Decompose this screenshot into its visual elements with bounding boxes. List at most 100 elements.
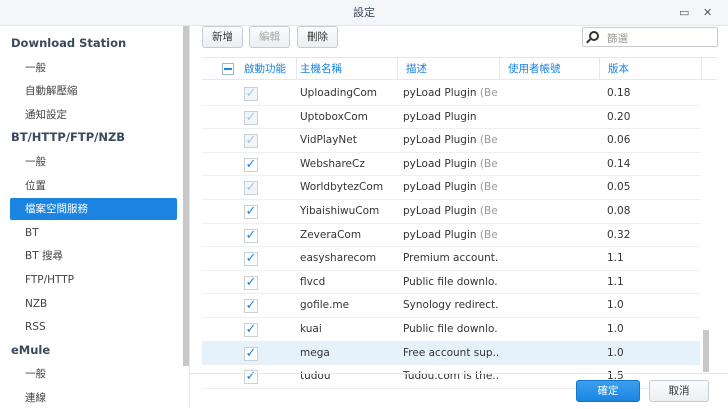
description-suffix: (Be... (479, 228, 498, 241)
ok-button[interactable]: 確定 (576, 380, 640, 402)
enabled-checkbox[interactable]: ✓ (244, 134, 258, 149)
description-suffix: (Be... (479, 157, 498, 170)
host-name: UptoboxCom (300, 110, 368, 123)
table-row[interactable]: ✓ ZeveraCom pyLoad Plugin (Be... 0.32 (202, 224, 700, 248)
column-username[interactable]: 使用者帳號 (500, 58, 600, 80)
host-name: mega (300, 346, 330, 359)
table-row[interactable]: ✓ gofile.me Synology redirect... 1.0 (202, 294, 700, 318)
sidebar-item[interactable]: 一般 (10, 151, 177, 173)
description-text: pyLoad Plugin (403, 181, 477, 194)
edit-button[interactable]: 編輯 (249, 26, 290, 48)
enabled-checkbox[interactable]: ✓ (244, 322, 258, 337)
table-row[interactable]: ✓ WebshareCz pyLoad Plugin (Be... 0.14 (202, 153, 700, 177)
table-row[interactable]: ✓ mega Free account sup... 1.0 (202, 341, 700, 366)
description-suffix: (Be... (479, 87, 498, 99)
description-text: pyLoad Plugin (403, 87, 477, 99)
divider (189, 26, 190, 408)
sidebar-section-header: Download Station (11, 36, 127, 50)
description-text: Premium account... (403, 252, 498, 265)
version: 1.1 (607, 275, 624, 288)
host-table-body: ✓ UploadingCom pyLoad Plugin (Be... 0.18… (202, 82, 700, 389)
host-name: YibaishiwuCom (300, 204, 380, 217)
description: pyLoad Plugin (Be... (403, 153, 498, 176)
column-version[interactable]: 版本 (600, 58, 702, 80)
enabled-checkbox[interactable]: ✓ (244, 181, 258, 196)
version: 1.1 (607, 252, 624, 265)
window-title: 設定 (353, 6, 375, 19)
enabled-checkbox[interactable]: ✓ (244, 299, 258, 314)
host-name: ZeveraCom (300, 228, 362, 241)
sidebar-item[interactable]: NZB (10, 293, 177, 315)
table-row[interactable]: ✓ easysharecom Premium account... 1.1 (202, 247, 700, 271)
description: pyLoad Plugin (Be... (403, 200, 498, 223)
close-icon[interactable]: ✕ (703, 0, 712, 26)
enabled-checkbox[interactable]: ✓ (244, 275, 258, 290)
sidebar-item[interactable]: 一般 (10, 57, 177, 79)
enabled-checkbox[interactable]: ✓ (244, 157, 258, 172)
description-text: Public file downlo... (403, 275, 498, 288)
description: pyLoad Plugin (Be... (403, 82, 498, 105)
enabled-checkbox[interactable]: ✓ (244, 346, 258, 361)
description: pyLoad Plugin (Be... (403, 129, 498, 152)
column-enabled[interactable]: 啟動功能 (202, 58, 297, 80)
sidebar: Download Station 一般 自動解壓縮 通知設定 BT/HTTP/FTP/N… (0, 26, 183, 408)
filter-placeholder: 篩選 (607, 33, 628, 45)
delete-button[interactable]: 刪除 (297, 26, 338, 48)
select-all-checkbox[interactable] (222, 63, 234, 75)
version: 1.0 (607, 322, 624, 335)
enabled-checkbox[interactable]: ✓ (244, 87, 258, 101)
table-row[interactable]: ✓ flvcd Public file downlo... 1.1 (202, 271, 700, 295)
description-text: Tudou.com is the... (403, 370, 498, 383)
description-text: Free account sup... (403, 346, 498, 359)
description-suffix: (Be... (479, 134, 498, 147)
sidebar-item[interactable]: 位置 (10, 175, 177, 197)
description-text: pyLoad Plugin (403, 157, 477, 170)
sidebar-item[interactable]: 連線 (10, 387, 177, 409)
enabled-checkbox[interactable]: ✓ (244, 252, 258, 267)
sidebar-item[interactable]: BT (10, 222, 177, 244)
description: Public file downlo... (403, 271, 498, 294)
version: 1.0 (607, 346, 624, 359)
column-description[interactable]: 描述 (398, 58, 500, 80)
enabled-checkbox[interactable]: ✓ (244, 204, 258, 219)
description: pyLoad Plugin (Be... (403, 176, 498, 199)
enabled-checkbox[interactable]: ✓ (244, 228, 258, 243)
host-name: kuai (300, 322, 322, 335)
enabled-checkbox[interactable]: ✓ (244, 110, 258, 125)
sidebar-section-header: BT/HTTP/FTP/NZB (11, 130, 126, 145)
description-text: Synology redirect... (403, 299, 498, 312)
sidebar-item[interactable]: RSS (10, 316, 177, 338)
table-row[interactable]: ✓ UptoboxCom pyLoad Plugin 0.20 (202, 106, 700, 130)
description-text: pyLoad Plugin (403, 134, 477, 147)
sidebar-item[interactable]: 一般 (10, 363, 177, 385)
cancel-button[interactable]: 取消 (649, 380, 709, 402)
description-text: pyLoad Plugin (403, 110, 477, 123)
minimize-icon[interactable]: ▭ (679, 0, 689, 26)
sidebar-item[interactable]: BT 搜尋 (10, 245, 177, 267)
sidebar-item[interactable]: 通知設定 (10, 104, 177, 126)
filter-input[interactable]: 篩選 (582, 27, 718, 47)
version: 0.06 (607, 134, 631, 147)
sidebar-item[interactable]: 自動解壓縮 (10, 80, 177, 102)
table-row[interactable]: ✓ kuai Public file downlo... 1.0 (202, 318, 700, 342)
description: Public file downlo... (403, 318, 498, 341)
table-row[interactable]: ✓ VidPlayNet pyLoad Plugin (Be... 0.06 (202, 129, 700, 153)
description-text: Public file downlo... (403, 322, 498, 335)
table-scrollbar[interactable] (703, 330, 709, 372)
description-text: pyLoad Plugin (403, 228, 477, 241)
column-host[interactable]: 主機名稱 (292, 58, 398, 80)
host-name: easysharecom (300, 252, 377, 265)
add-button[interactable]: 新增 (202, 26, 243, 48)
sidebar-item[interactable]: FTP/HTTP (10, 269, 177, 291)
table-row[interactable]: ✓ WorldbytezCom pyLoad Plugin (Be... 0.0… (202, 176, 700, 200)
table-row[interactable]: ✓ YibaishiwuCom pyLoad Plugin (Be... 0.0… (202, 200, 700, 224)
search-icon (589, 31, 599, 41)
host-name: UploadingCom (300, 87, 378, 99)
table-row[interactable]: ✓ UploadingCom pyLoad Plugin (Be... 0.18 (202, 82, 700, 106)
version: 0.18 (607, 87, 631, 99)
version: 0.20 (607, 110, 631, 123)
sidebar-item[interactable]: 檔案空間服務 (10, 198, 177, 221)
divider (190, 373, 728, 374)
description-suffix: (Be... (479, 181, 498, 194)
description: pyLoad Plugin (403, 106, 498, 129)
